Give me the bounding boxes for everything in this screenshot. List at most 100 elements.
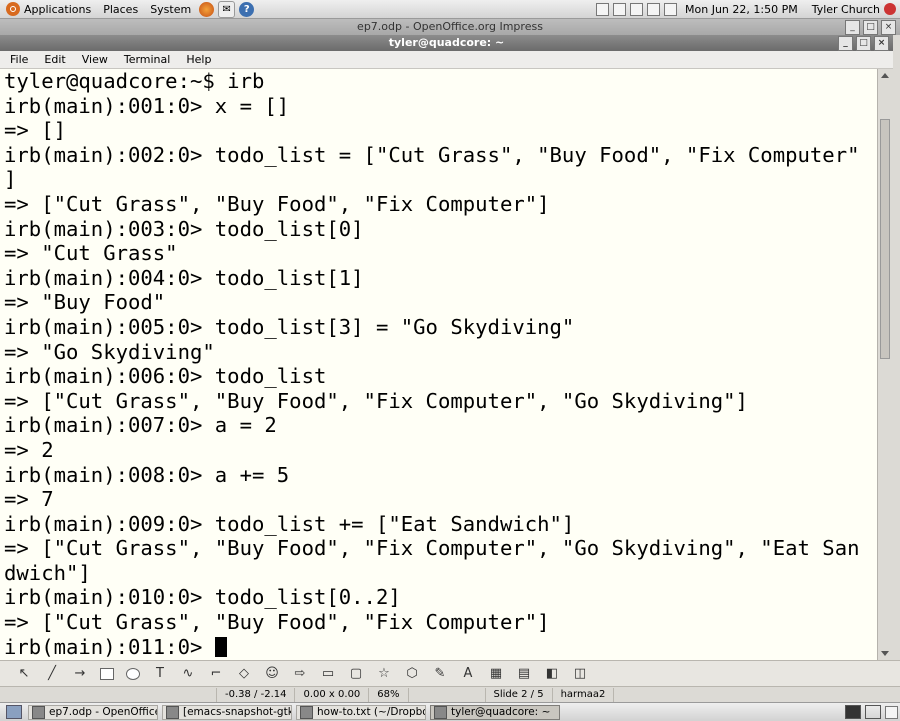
terminal-line: => ["Cut Grass", "Buy Food", "Fix Comput… [4, 388, 748, 413]
status-slide: Slide 2 / 5 [486, 688, 553, 702]
taskbar-item-active[interactable]: tyler@quadcore: ~ [430, 704, 560, 720]
power-icon[interactable] [884, 3, 896, 15]
3d-objects-icon[interactable]: ◫ [572, 666, 588, 682]
terminal-line: irb(main):001:0> x = [] [4, 93, 290, 118]
stars-icon[interactable]: ☆ [376, 666, 392, 682]
terminal-window-titlebar[interactable]: tyler@quadcore: ~ _ □ × [0, 35, 893, 51]
terminal-line: dwich"] [4, 560, 91, 585]
terminal-prompt: irb(main):011:0> [4, 634, 215, 659]
terminal-maximize-icon[interactable]: □ [856, 36, 871, 51]
status-position: -0.38 / -2.14 [217, 688, 296, 702]
text-tool-icon[interactable]: T [152, 666, 168, 682]
terminal-cursor [214, 636, 227, 657]
terminal-line: irb(main):004:0> todo_list[1] [4, 265, 364, 290]
status-spacer [0, 688, 217, 702]
curve-tool-icon[interactable]: ∿ [180, 666, 196, 682]
terminal-close-icon[interactable]: × [874, 36, 889, 51]
mail-icon[interactable]: ✉ [218, 0, 236, 18]
terminal-menu-file[interactable]: File [0, 53, 34, 66]
trash-icon[interactable] [885, 705, 898, 719]
insert-chart-icon[interactable]: ▤ [516, 666, 532, 682]
terminal-line: => ["Cut Grass", "Buy Food", "Fix Comput… [4, 610, 550, 635]
terminal-menu-terminal[interactable]: Terminal [114, 53, 177, 66]
impress-window-titlebar[interactable]: ep7.odp - OpenOffice.org Impress _ □ × [0, 19, 900, 35]
status-modified [409, 688, 486, 702]
status-bar: -0.38 / -2.14 0.00 x 0.00 68% Slide 2 / … [0, 686, 900, 703]
status-size: 0.00 x 0.00 [295, 688, 370, 702]
taskbar-item-label: [emacs-snapshot-gtk... [183, 706, 292, 718]
line-tool-icon[interactable]: ╱ [44, 666, 60, 682]
tray-mail-icon[interactable] [664, 2, 678, 16]
scrollbar-thumb[interactable] [880, 119, 890, 359]
terminal-line: => 2 [4, 437, 54, 462]
terminal-line: irb(main):003:0> todo_list[0] [4, 216, 364, 241]
taskbar-item[interactable]: [emacs-snapshot-gtk... [162, 704, 292, 720]
tray-network-icon[interactable] [613, 2, 627, 16]
terminal-menu-help[interactable]: Help [176, 53, 217, 66]
places-menu[interactable]: Places [97, 0, 144, 18]
fontwork-icon[interactable]: A [460, 666, 476, 682]
terminal-line: => "Cut Grass" [4, 241, 178, 266]
terminal-line: => ["Cut Grass", "Buy Food", "Fix Comput… [4, 191, 550, 216]
terminal-line: => "Buy Food" [4, 290, 166, 315]
extrusion-icon[interactable]: ◧ [544, 666, 560, 682]
basic-shapes-icon[interactable]: ◇ [236, 666, 252, 682]
workspace-1[interactable] [845, 705, 861, 719]
status-layout: harmaa2 [553, 688, 615, 702]
help-icon[interactable]: ? [239, 1, 255, 17]
insert-image-icon[interactable]: ▦ [488, 666, 504, 682]
terminal-line: irb(main):010:0> todo_list[0..2] [4, 585, 401, 610]
close-icon[interactable]: × [881, 20, 896, 35]
arrow-line-tool-icon[interactable]: → [72, 666, 88, 682]
terminal-menu-view[interactable]: View [72, 53, 114, 66]
select-arrow-icon[interactable]: ↖ [16, 666, 32, 682]
taskbar-item[interactable]: ep7.odp - OpenOffice.... [28, 704, 158, 720]
minimize-icon[interactable]: _ [845, 20, 860, 35]
points-icon[interactable]: ⬡ [404, 666, 420, 682]
scroll-down-icon[interactable] [881, 651, 889, 656]
clock[interactable]: Mon Jun 22, 1:50 PM [679, 3, 804, 16]
text-file-icon [300, 705, 313, 719]
connector-tool-icon[interactable]: ⌐ [208, 666, 224, 682]
glue-points-icon[interactable]: ✎ [432, 666, 448, 682]
symbol-shapes-icon[interactable]: ☺ [264, 666, 280, 682]
terminal-line: tyler@quadcore:~$ irb [4, 69, 265, 93]
terminal-output[interactable]: tyler@quadcore:~$ irb irb(main):001:0> x… [0, 69, 877, 660]
firefox-icon[interactable] [199, 1, 215, 17]
terminal-prompt-line[interactable]: irb(main):011:0> [0, 635, 877, 660]
ellipse-tool-icon[interactable] [126, 667, 140, 680]
applications-menu[interactable]: Applications [0, 0, 97, 18]
tray-window-icon[interactable] [596, 2, 610, 16]
terminal-minimize-icon[interactable]: _ [838, 36, 853, 51]
rectangle-tool-icon[interactable] [100, 667, 114, 680]
top-panel: Applications Places System ✉ ? Mon Jun 2… [0, 0, 900, 19]
terminal-line: irb(main):005:0> todo_list[3] = "Go Skyd… [4, 314, 575, 339]
terminal-menu-edit[interactable]: Edit [34, 53, 71, 66]
tray-dropbox-icon[interactable] [647, 2, 661, 16]
tray-volume-icon[interactable] [630, 2, 644, 16]
terminal-line: irb(main):008:0> a += 5 [4, 462, 290, 487]
taskbar-item-label: tyler@quadcore: ~ [451, 706, 551, 718]
applications-menu-label: Applications [24, 2, 92, 16]
user-menu[interactable]: Tyler Church [804, 3, 884, 16]
terminal-scrollbar[interactable] [877, 69, 892, 660]
bottom-taskbar: ep7.odp - OpenOffice.... [emacs-snapshot… [0, 702, 900, 721]
flowchart-icon[interactable]: ▭ [320, 666, 336, 682]
terminal-line: irb(main):002:0> todo_list = ["Cut Grass… [4, 142, 860, 167]
drawing-toolbar: ↖ ╱ → T ∿ ⌐ ◇ ☺ ⇨ ▭ ▢ ☆ ⬡ ✎ A ▦ ▤ ◧ ◫ [0, 660, 900, 686]
impress-icon [32, 705, 45, 719]
emacs-icon [166, 705, 179, 719]
system-menu[interactable]: System [144, 0, 197, 18]
terminal-line: => ["Cut Grass", "Buy Food", "Fix Comput… [4, 536, 860, 561]
ubuntu-logo-icon [6, 2, 20, 16]
status-zoom[interactable]: 68% [369, 688, 409, 702]
workspace-2[interactable] [865, 705, 881, 719]
block-arrows-icon[interactable]: ⇨ [292, 666, 308, 682]
terminal-window-title: tyler@quadcore: ~ [388, 36, 505, 49]
terminal-line: => [] [4, 118, 66, 143]
callouts-icon[interactable]: ▢ [348, 666, 364, 682]
maximize-icon[interactable]: □ [863, 20, 878, 35]
taskbar-item[interactable]: how-to.txt (~/Dropbox... [296, 704, 426, 720]
scroll-up-icon[interactable] [881, 73, 889, 78]
show-desktop-icon[interactable] [6, 705, 22, 719]
